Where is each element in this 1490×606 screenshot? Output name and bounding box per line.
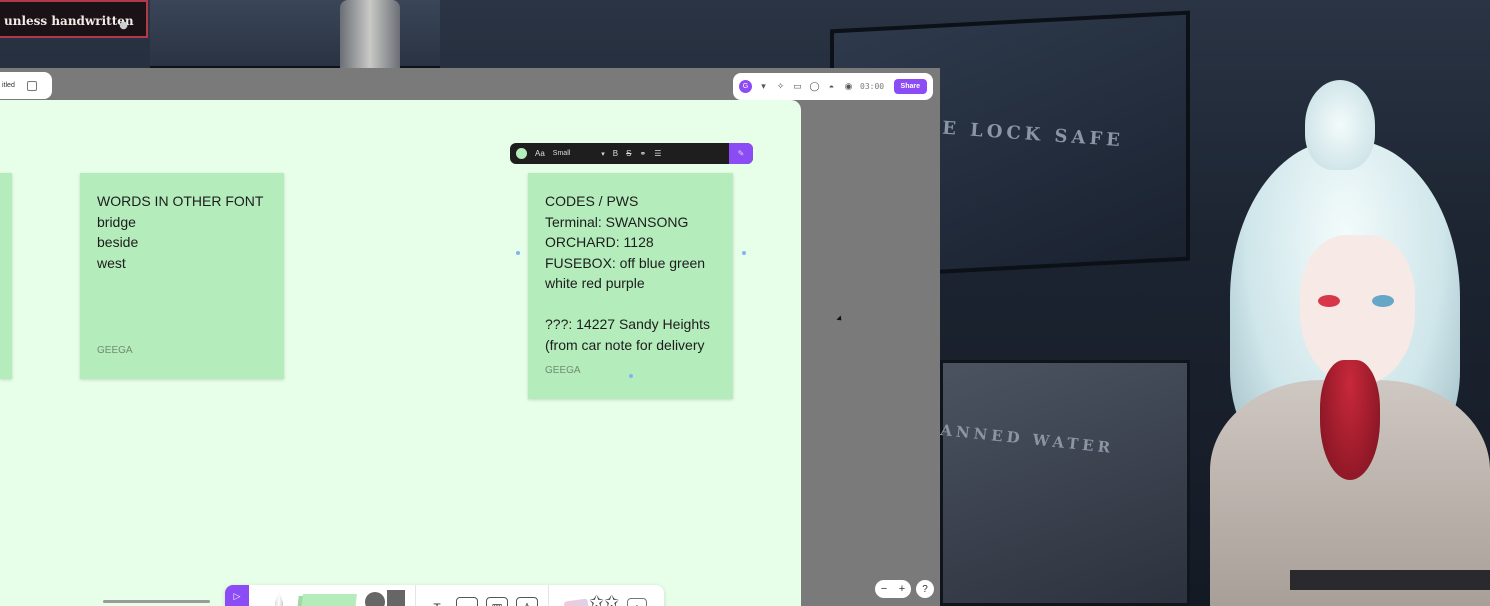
chevron-down-icon[interactable]: ▾ bbox=[758, 81, 769, 92]
timer-readout[interactable]: 03:00 bbox=[860, 82, 884, 91]
select-tool-icon[interactable]: ▷ bbox=[225, 585, 249, 606]
note-line: white red purple bbox=[545, 275, 645, 291]
square-shape-icon bbox=[387, 589, 405, 606]
share-button[interactable]: Share bbox=[893, 79, 927, 94]
resize-handle-right[interactable] bbox=[742, 251, 746, 255]
collab-toolbar: G ▾ ✧ ▭ ◯ ◓ ◉ 03:00 Share bbox=[733, 73, 933, 100]
caption-text: unless handwritten bbox=[4, 14, 134, 28]
note-line: ???: 14227 Sandy Heights bbox=[545, 316, 711, 332]
pen-tool[interactable] bbox=[265, 588, 295, 606]
board-title-pill[interactable]: itled bbox=[0, 72, 52, 99]
shapes-tool[interactable]: ↱ bbox=[363, 588, 409, 606]
magic-icon[interactable]: ✧ bbox=[775, 81, 786, 92]
toolbar-divider bbox=[415, 585, 416, 606]
zoom-in-button[interactable]: + bbox=[899, 583, 905, 595]
note-line: WORDS IN OTHER FONT bbox=[97, 193, 264, 209]
comment-icon[interactable]: ◯ bbox=[809, 81, 820, 92]
board-canvas[interactable]: Aa Small ▾ B S ⚭ ☰ ✎ WORDS IN OTHER FONT… bbox=[0, 100, 801, 606]
note-line: FUSEBOX: off blue green bbox=[545, 254, 706, 271]
sticky-note-words[interactable]: WORDS IN OTHER FONT bridge beside west G… bbox=[80, 173, 284, 379]
note-author: GEEGA bbox=[545, 364, 581, 376]
zoom-out-button[interactable]: − bbox=[881, 583, 887, 595]
sticky-note-tool[interactable] bbox=[299, 593, 357, 606]
text-tool-icon[interactable]: T bbox=[426, 597, 448, 606]
stream-caption: unless handwritten ● bbox=[0, 0, 148, 38]
note-line: Terminal: SWANSONG bbox=[545, 213, 689, 230]
whiteboard-window: itled G ▾ ✧ ▭ ◯ ◓ ◉ 03:00 Share Aa Small… bbox=[0, 68, 940, 606]
layout-icon[interactable]: ▭ bbox=[792, 81, 803, 92]
note-line: (from car note for delivery bbox=[545, 336, 705, 353]
link-icon[interactable]: ⚭ bbox=[639, 149, 646, 158]
circle-shape-icon bbox=[365, 591, 385, 606]
pointer-tools: ▷ ✋ bbox=[225, 585, 249, 606]
more-tools-button[interactable]: + bbox=[627, 597, 647, 606]
avatar-eye-left bbox=[1318, 295, 1340, 307]
bold-button[interactable]: B bbox=[613, 149, 618, 158]
font-size-select[interactable]: Small ▾ bbox=[553, 150, 605, 158]
sticker-icon bbox=[563, 597, 591, 606]
edit-text-icon[interactable]: ✎ bbox=[729, 143, 753, 164]
resize-handle-bottom[interactable] bbox=[629, 374, 633, 378]
pages-icon[interactable] bbox=[26, 80, 37, 91]
table-tool-icon[interactable]: ▦ bbox=[486, 596, 508, 606]
zoom-controls: − + bbox=[875, 580, 911, 598]
stickers-tool[interactable]: ✩✩ bbox=[559, 588, 621, 606]
section-tool-icon[interactable] bbox=[456, 596, 478, 606]
font-size-value: Small bbox=[552, 149, 571, 157]
creation-toolbar: ▷ ✋ ↱ T ▦ ♙ ✩✩ + bbox=[225, 585, 664, 606]
chevron-down-icon: ▾ bbox=[601, 150, 605, 158]
avatar-belt bbox=[1290, 570, 1490, 590]
water-crate bbox=[940, 360, 1190, 606]
avatar-eye-right bbox=[1372, 295, 1394, 307]
avatar-ponytail bbox=[1305, 80, 1375, 170]
note-line bbox=[545, 294, 716, 315]
ghost-icon: ● bbox=[119, 20, 128, 31]
note-line: bridge bbox=[97, 213, 136, 230]
help-button[interactable]: ? bbox=[916, 580, 934, 598]
toolbar-divider bbox=[548, 585, 549, 606]
stamp-tool-icon[interactable]: ♙ bbox=[516, 596, 538, 606]
note-author: GEEGA bbox=[97, 344, 133, 356]
board-title[interactable]: itled bbox=[2, 82, 15, 89]
vtuber-avatar bbox=[1190, 80, 1490, 606]
stamp-icon[interactable]: ◓ bbox=[826, 81, 837, 92]
font-icon[interactable]: Aa bbox=[535, 149, 545, 158]
avatar-cravat bbox=[1320, 360, 1380, 480]
note-line: west bbox=[97, 254, 126, 271]
sticky-note-partial[interactable] bbox=[0, 173, 12, 379]
strikethrough-button[interactable]: S bbox=[626, 149, 631, 158]
sticky-note-codes[interactable]: CODES / PWS Terminal: SWANSONG ORCHARD: … bbox=[528, 173, 733, 399]
note-line: beside bbox=[97, 234, 139, 250]
list-icon[interactable]: ☰ bbox=[654, 149, 661, 158]
note-line: CODES / PWS bbox=[545, 193, 639, 209]
jar bbox=[340, 0, 400, 68]
user-avatar[interactable]: G bbox=[739, 80, 752, 93]
resize-handle-left[interactable] bbox=[516, 251, 520, 255]
star-sticker-icon: ✩✩ bbox=[589, 591, 620, 606]
timer-icon[interactable]: ◉ bbox=[843, 81, 854, 92]
text-format-toolbar: Aa Small ▾ B S ⚭ ☰ ✎ bbox=[510, 143, 753, 164]
note-color-swatch[interactable] bbox=[516, 148, 527, 159]
note-line: ORCHARD: 1128 bbox=[545, 234, 654, 250]
horizontal-scrollbar[interactable] bbox=[103, 600, 210, 603]
